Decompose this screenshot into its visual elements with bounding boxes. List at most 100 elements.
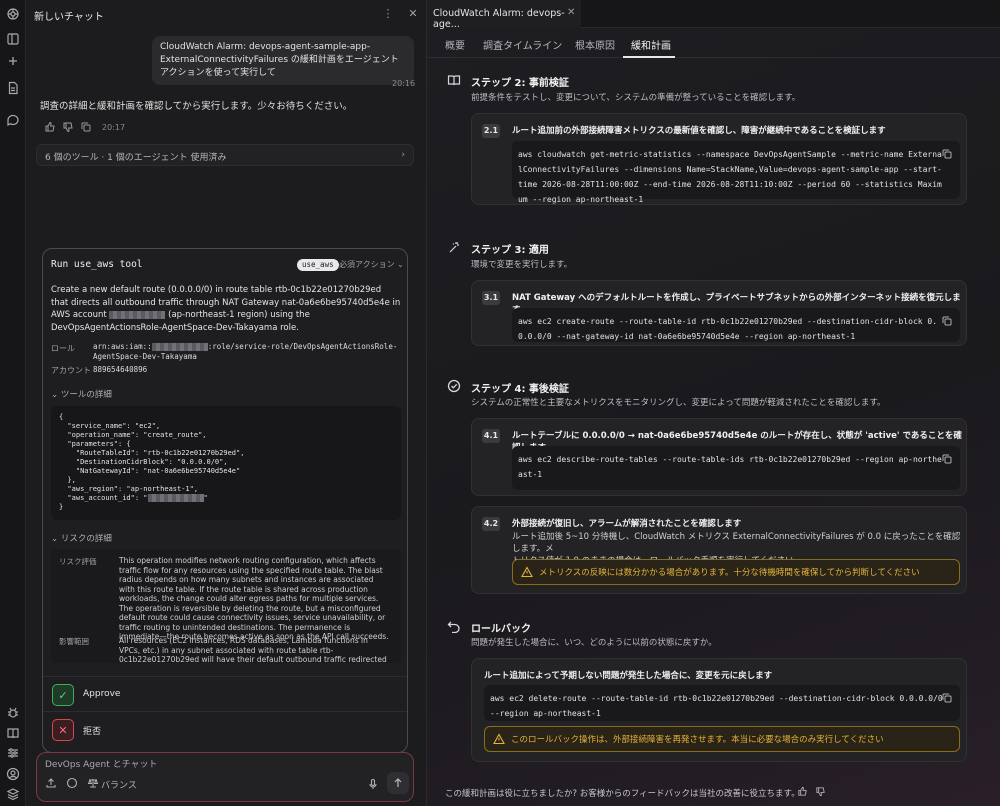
step-description: 前提条件をテストし、変更について、システムの準備が整っていることを確認します。 <box>471 93 801 103</box>
tab-root-cause[interactable]: 根本原因 <box>575 37 615 52</box>
chat-composer: バランス <box>36 752 414 802</box>
run-tool-card: Run use_aws tool use_aws 必須アクション ⌄ Creat… <box>42 248 408 753</box>
document-tab[interactable]: CloudWatch Alarm: devops-age... ✕ <box>427 0 581 30</box>
command-block: aws ec2 create-route --route-table-id rt… <box>512 308 960 342</box>
role-arn-prefix: arn:aws:iam:: <box>93 342 152 351</box>
document-tab-bar: CloudWatch Alarm: devops-age... ✕ <box>427 0 1000 30</box>
thumbs-down-icon[interactable] <box>815 786 826 797</box>
reject-label: 拒否 <box>83 727 102 737</box>
copy-icon[interactable] <box>80 121 92 133</box>
warning-callout: このロールバック操作は、外部接続障害を再発させます。本当に必要な場合のみ実行して… <box>484 726 960 752</box>
more-options-icon[interactable]: ⋮ <box>381 7 395 21</box>
sub-step-number: 4.2 <box>482 517 500 531</box>
check-circle-icon <box>447 379 461 393</box>
copy-icon[interactable] <box>942 454 952 464</box>
command-line: lConnectivityFailures --dimensions Name=… <box>518 165 942 174</box>
user-avatar-icon[interactable] <box>6 767 20 781</box>
bug-icon[interactable] <box>6 706 20 720</box>
required-action-dropdown[interactable]: 必須アクション ⌄ <box>339 259 404 270</box>
sub-step-card: 4.2 外部接続が復旧し、アラームが解消されたことを確認します ルート追加後 5… <box>471 506 967 594</box>
chat-input[interactable] <box>45 760 345 770</box>
check-icon: ✓ <box>52 684 74 706</box>
close-chat-icon[interactable]: ✕ <box>406 7 420 21</box>
status-circle-icon[interactable] <box>66 777 78 789</box>
chevron-down-icon: ⌄ <box>51 390 59 400</box>
balance-scale-icon[interactable] <box>87 777 99 789</box>
redacted-account-id <box>147 494 204 502</box>
tools-used-summary: 6 個のツール · 1 個のエージェント 使用済み <box>45 153 227 163</box>
layers-icon[interactable] <box>6 787 20 801</box>
command-line: time 2026-08-28T11:00:00Z --end-time 202… <box>518 180 942 189</box>
command-block: aws cloudwatch get-metric-statistics --n… <box>512 141 960 204</box>
new-chat-plus-icon[interactable] <box>6 54 20 68</box>
assistant-message-actions: 20:17 <box>44 121 125 133</box>
thumbs-up-icon[interactable] <box>44 121 56 133</box>
arrow-up-icon <box>393 778 403 788</box>
sub-step-title: ルート追加前の外部接続障害メトリクスの最新値を確認し、障害が継続中であることを検… <box>512 126 886 136</box>
step-title: ステップ 3: 適用 <box>471 245 549 256</box>
command-line: --region ap-northeast-1 <box>490 709 601 718</box>
app-logo-icon[interactable] <box>6 7 20 21</box>
step-description: 環境で変更を実行します。 <box>471 260 573 270</box>
thumbs-up-icon[interactable] <box>797 786 808 797</box>
document-icon[interactable] <box>6 81 20 95</box>
upload-icon[interactable] <box>45 777 57 789</box>
rollback-card: ルート追加によって予期しない問題が発生した場合に、変更を元に戻します aws e… <box>471 658 967 762</box>
copy-icon[interactable] <box>942 693 952 703</box>
mode-selector[interactable]: バランス <box>101 778 137 791</box>
magic-wand-icon <box>447 240 461 254</box>
sub-step-card: 3.1 NAT Gateway へのデフォルトルートを作成し、プライベートサブネ… <box>471 280 967 346</box>
sub-step-number: 2.1 <box>482 124 500 138</box>
chat-title: 新しいチャット <box>34 12 104 23</box>
microphone-icon[interactable] <box>367 778 379 790</box>
reject-button[interactable]: ✕ 拒否 <box>43 711 407 747</box>
tools-used-row[interactable]: 6 個のツール · 1 個のエージェント 使用済み › <box>36 144 414 166</box>
risk-details-label: リスクの詳細 <box>60 534 112 544</box>
copy-icon[interactable] <box>942 316 952 326</box>
send-button[interactable] <box>387 772 409 794</box>
tab-timeline[interactable]: 調査タイムライン <box>483 37 562 52</box>
tab-mitigation-plan[interactable]: 緩和計画 <box>631 37 671 52</box>
chevron-down-icon: ⌄ <box>397 260 404 269</box>
thumbs-down-icon[interactable] <box>62 121 74 133</box>
book-open-icon <box>447 73 461 87</box>
sub-step-number: 3.1 <box>482 291 500 305</box>
approve-button[interactable]: ✓ Approve <box>43 676 407 712</box>
redacted-account-id <box>109 310 166 319</box>
rollback-sub-title: ルート追加によって予期しない問題が発生した場合に、変更を元に戻します <box>484 671 773 681</box>
tab-overview[interactable]: 概要 <box>445 37 465 52</box>
left-rail <box>0 0 26 806</box>
settings-sliders-icon[interactable] <box>6 746 20 760</box>
tool-details-toggle[interactable]: ⌄ ツールの詳細 <box>51 388 112 400</box>
warning-callout: メトリクスの反映には数分かかる場合があります。十分な待機時間を確保してから判断し… <box>512 559 960 585</box>
risk-details-toggle[interactable]: ⌄ リスクの詳細 <box>51 532 112 544</box>
required-action-label: 必須アクション <box>339 260 395 269</box>
chevron-right-icon: › <box>401 150 405 160</box>
close-tab-icon[interactable]: ✕ <box>567 7 575 18</box>
book-icon[interactable] <box>6 726 20 740</box>
chat-header: 新しいチャット ⋮ ✕ <box>26 0 426 28</box>
step-title: ステップ 4: 事後検証 <box>471 384 569 395</box>
action-description: Create a new default route (0.0.0.0/0) i… <box>51 284 401 334</box>
chat-panel: 新しいチャット ⋮ ✕ CloudWatch Alarm: devops-age… <box>26 0 426 806</box>
command-line: ast-1 <box>518 470 543 479</box>
copy-icon[interactable] <box>942 149 952 159</box>
sub-step-card: 4.1 ルートテーブルに 0.0.0.0/0 → nat-0a6e6be9574… <box>471 418 967 496</box>
section-tabs: 概要 調査タイムライン 根本原因 緩和計画 <box>427 28 1000 58</box>
command-line: um --region ap-northeast-1 <box>518 195 644 204</box>
role-label: ロール <box>51 344 75 353</box>
step-title: ステップ 2: 事前検証 <box>471 78 569 89</box>
command-line: aws ec2 describe-route-tables --route-ta… <box>518 455 942 464</box>
chat-bubble-icon[interactable] <box>6 113 20 127</box>
undo-icon <box>447 619 461 633</box>
account-value: 889654640896 <box>93 365 148 374</box>
active-tab-indicator <box>623 56 675 58</box>
command-line: 0.0.0/0 --nat-gateway-id nat-0a6e6be9574… <box>518 332 856 341</box>
command-line: aws ec2 delete-route --route-table-id rt… <box>490 694 943 703</box>
risk-eval-label: リスク評価 <box>59 557 97 566</box>
account-label: アカウント <box>51 366 91 375</box>
sidebar-toggle-icon[interactable] <box>6 32 20 46</box>
sub-step-number: 4.1 <box>482 429 500 443</box>
feedback-prompt: この緩和計画は役に立ちましたか? お客様からのフィードバックは当社の改善に役立ち… <box>445 789 800 799</box>
tool-name-badge: use_aws <box>297 259 339 271</box>
